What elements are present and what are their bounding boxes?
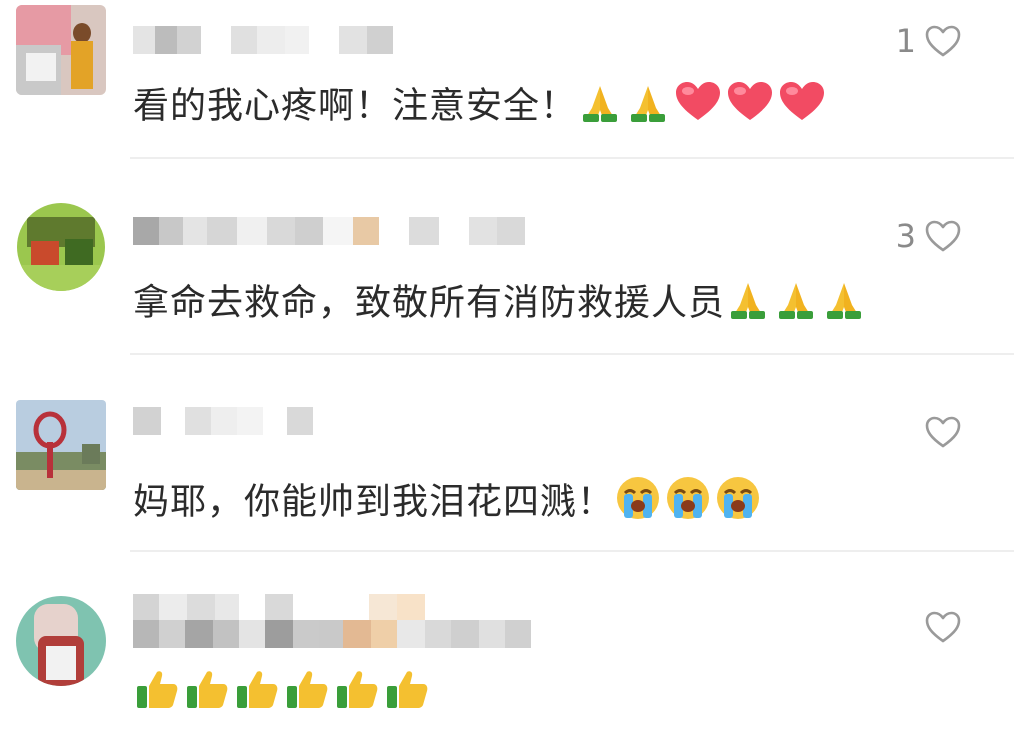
red-heart-icon	[673, 80, 723, 135]
comment-text: 拿命去救命，致敬所有消防救援人员	[133, 277, 869, 332]
like-button[interactable]	[916, 415, 962, 449]
folded-hands-icon	[577, 80, 623, 135]
loudly-crying-face-icon	[664, 475, 712, 532]
heart-outline-icon	[924, 415, 962, 449]
username-blurred	[133, 217, 525, 245]
folded-hands-icon	[625, 80, 671, 135]
heart-outline-icon	[924, 610, 962, 644]
thumbs-up-icon	[333, 666, 381, 723]
thumbs-up-icon	[283, 666, 331, 723]
folded-hands-icon	[725, 277, 771, 332]
comment-text	[133, 666, 433, 723]
avatar[interactable]	[16, 400, 106, 490]
comment-item: 妈耶，你能帅到我泪花四溅！	[0, 395, 1024, 555]
comment-item	[0, 590, 1024, 740]
loudly-crying-face-icon	[614, 475, 662, 532]
avatar[interactable]	[17, 203, 105, 291]
folded-hands-icon	[821, 277, 867, 332]
avatar[interactable]	[16, 596, 106, 686]
like-button[interactable]: 1	[896, 22, 962, 60]
username-blurred	[133, 407, 313, 435]
comment-text-content: 拿命去救命，致敬所有消防救援人员	[133, 282, 726, 324]
like-count: 3	[895, 217, 916, 255]
like-button[interactable]: 3	[896, 217, 962, 255]
comment-item: 3 拿命去救命，致敬所有消防救援人员	[0, 195, 1024, 355]
avatar[interactable]	[16, 5, 106, 95]
heart-outline-icon	[924, 24, 962, 58]
comment-item: 1 看的我心疼啊！注意安全！	[0, 0, 1024, 160]
loudly-crying-face-icon	[714, 475, 762, 532]
thumbs-up-icon	[183, 666, 231, 723]
like-count: 1	[895, 22, 916, 60]
divider	[130, 157, 1014, 159]
thumbs-up-icon	[233, 666, 281, 723]
comment-text: 妈耶，你能帅到我泪花四溅！	[133, 475, 764, 532]
divider	[130, 353, 1014, 355]
like-button[interactable]	[916, 610, 962, 644]
thumbs-up-icon	[383, 666, 431, 723]
comment-text-content: 看的我心疼啊！注意安全！	[133, 85, 578, 127]
divider	[130, 550, 1014, 552]
username-blurred	[133, 26, 393, 54]
folded-hands-icon	[773, 277, 819, 332]
red-heart-icon	[777, 80, 827, 135]
username-blurred	[133, 620, 531, 648]
thumbs-up-icon	[133, 666, 181, 723]
heart-outline-icon	[924, 219, 962, 253]
red-heart-icon	[725, 80, 775, 135]
username-blurred	[133, 594, 425, 622]
comment-text: 看的我心疼啊！注意安全！	[133, 80, 829, 135]
comment-text-content: 妈耶，你能帅到我泪花四溅！	[133, 481, 615, 523]
